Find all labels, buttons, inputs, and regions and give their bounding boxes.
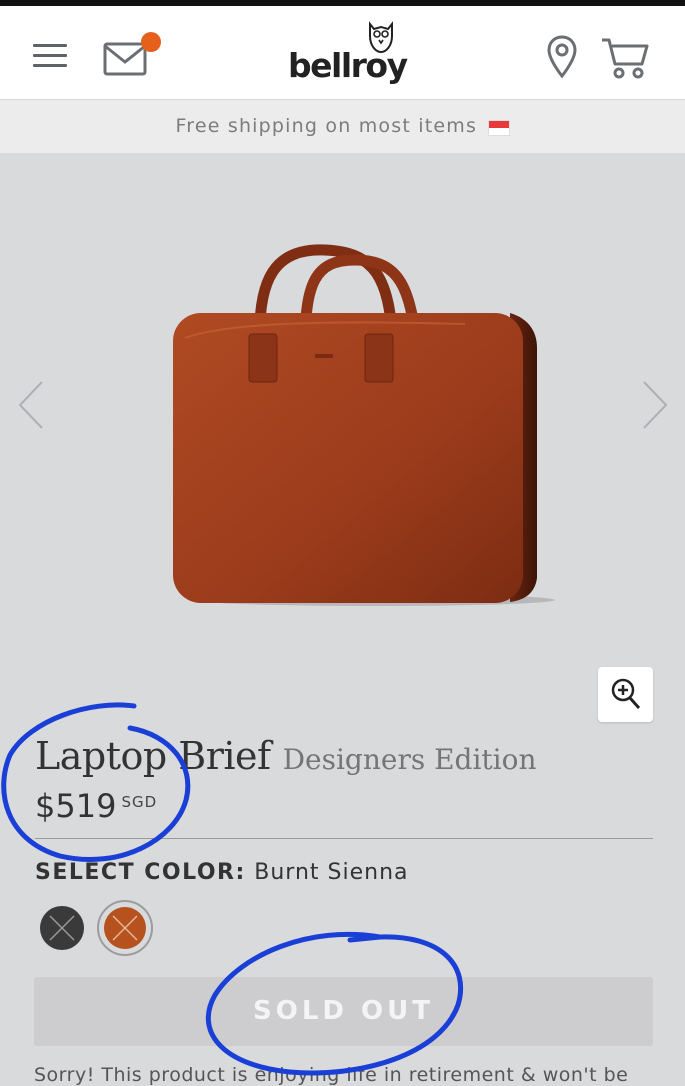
product-price: $519 xyxy=(35,787,117,825)
product-title: Laptop Brief xyxy=(35,734,271,778)
mail-icon[interactable] xyxy=(103,32,161,78)
selected-color: Burnt Sienna xyxy=(254,860,409,885)
zoom-button[interactable] xyxy=(598,667,653,722)
sold-out-button[interactable]: SOLD OUT xyxy=(34,977,653,1046)
chevron-left-icon[interactable] xyxy=(16,380,46,430)
menu-line xyxy=(33,54,67,57)
product-edition: Designers Edition xyxy=(282,743,537,776)
flag-red xyxy=(488,120,509,128)
promo-text: Free shipping on most items xyxy=(175,115,478,137)
color-swatch-burnt-sienna[interactable] xyxy=(104,907,146,949)
price-row: $519 SGD xyxy=(35,787,157,825)
bellroy-logo[interactable]: bellroy xyxy=(288,20,408,94)
color-label: SELECT COLOR: xyxy=(35,860,246,885)
annotation-circle-title-price xyxy=(1,702,191,862)
unavailable-cross-icon xyxy=(49,915,75,941)
color-selector-label: SELECT COLOR: Burnt Sienna xyxy=(35,860,409,885)
site-header: bellroy xyxy=(0,6,685,100)
notification-dot xyxy=(141,32,161,52)
divider xyxy=(35,838,653,839)
product-image-laptop-brief[interactable] xyxy=(165,238,560,613)
menu-line xyxy=(33,44,67,47)
zoom-in-icon xyxy=(611,678,641,710)
promo-banner: Free shipping on most items xyxy=(0,100,685,153)
menu-line xyxy=(33,64,67,67)
singapore-flag-icon xyxy=(487,119,510,136)
logo-text: bellroy xyxy=(288,46,408,85)
color-swatch-black[interactable] xyxy=(40,906,84,950)
unavailable-cross-icon xyxy=(112,915,138,941)
flag-white xyxy=(488,127,509,135)
product-title-row: Laptop Brief Designers Edition xyxy=(35,734,537,778)
location-pin-icon[interactable] xyxy=(545,34,579,80)
sold-out-label: SOLD OUT xyxy=(253,996,434,1026)
retirement-note: Sorry! This product is enjoying life in … xyxy=(34,1064,629,1086)
menu-icon[interactable] xyxy=(33,44,67,68)
chevron-right-icon[interactable] xyxy=(640,380,670,430)
cart-icon[interactable] xyxy=(600,36,650,80)
price-currency: SGD xyxy=(121,793,158,811)
